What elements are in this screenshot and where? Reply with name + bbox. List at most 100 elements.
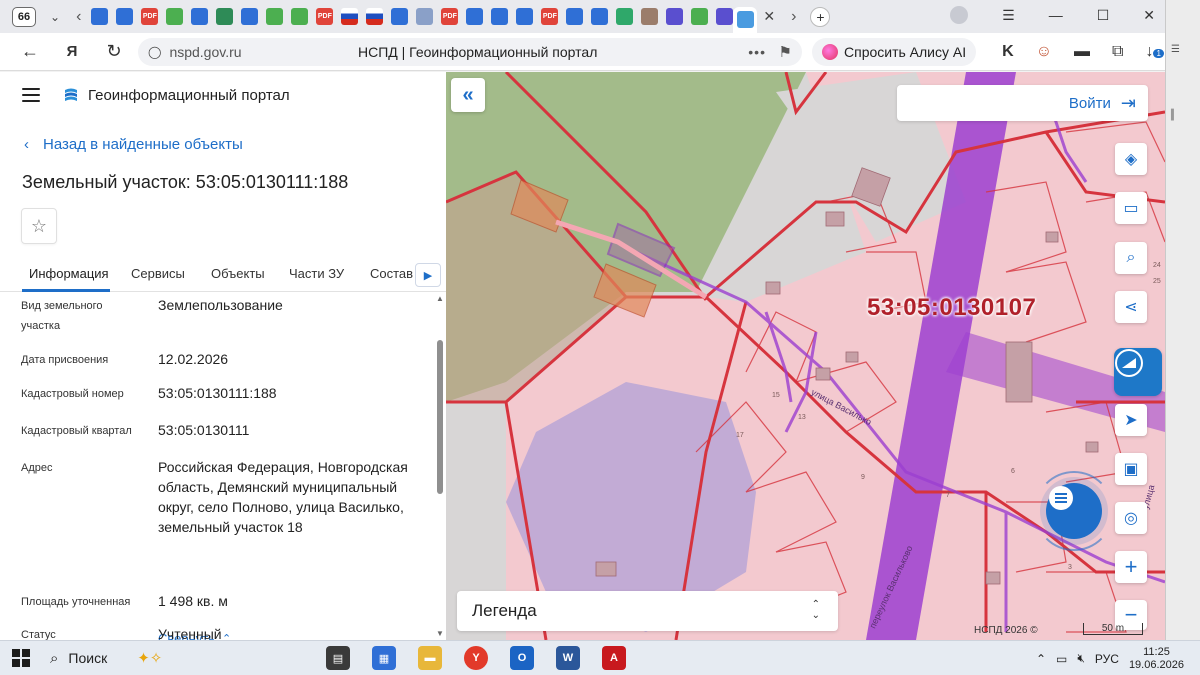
- share-button[interactable]: ⋖: [1115, 291, 1147, 323]
- map-canvas[interactable]: [446, 72, 1165, 640]
- store-icon[interactable]: ▦: [372, 646, 396, 670]
- pdf-tab-favicon[interactable]: PDF: [141, 8, 159, 25]
- tab-favicon[interactable]: [516, 8, 534, 25]
- tab-menu-icon[interactable]: ☰: [1002, 7, 1015, 24]
- locate-button[interactable]: ◎: [1115, 502, 1147, 534]
- flag-tab-favicon[interactable]: [341, 8, 359, 25]
- maximize-icon[interactable]: ☐: [1097, 7, 1110, 24]
- yandex-icon[interactable]: Я: [60, 43, 84, 60]
- file-explorer-icon[interactable]: ▬: [418, 646, 442, 670]
- new-tab-button[interactable]: +: [810, 6, 831, 27]
- word-icon[interactable]: W: [556, 646, 580, 670]
- more-icon[interactable]: •••: [748, 44, 766, 60]
- tab-favicon[interactable]: [391, 8, 409, 25]
- layers-button[interactable]: ◈: [1115, 143, 1147, 175]
- yandex-browser-icon[interactable]: Y: [464, 646, 488, 670]
- extensions-icon[interactable]: ⧉: [1112, 43, 1123, 61]
- property-value: Землепользование: [158, 297, 283, 313]
- security-icon[interactable]: ◯: [148, 45, 161, 59]
- extension-card-icon[interactable]: ▬: [1074, 43, 1090, 61]
- scroll-down-icon[interactable]: ▼: [436, 629, 444, 638]
- extension-k-icon[interactable]: K: [1002, 43, 1014, 61]
- chat-button[interactable]: [1046, 483, 1102, 539]
- favorite-button[interactable]: ☆: [21, 208, 57, 244]
- zoom-in-button[interactable]: +: [1115, 551, 1147, 583]
- network-icon[interactable]: ▭: [1056, 652, 1067, 666]
- tab-objects[interactable]: Объекты: [211, 266, 265, 281]
- close-window-icon[interactable]: ✕: [1143, 7, 1155, 24]
- start-button[interactable]: [12, 649, 30, 667]
- tab-counter[interactable]: 66: [12, 6, 36, 27]
- reload-icon[interactable]: ↻: [102, 41, 126, 62]
- tray-expand-icon[interactable]: ⌃: [1036, 652, 1046, 666]
- picture-in-picture-button[interactable]: ▣: [1115, 453, 1147, 485]
- alice-label: Спросить Алису AI: [844, 43, 967, 60]
- pdf-tab-favicon[interactable]: PDF: [541, 8, 559, 25]
- tab-favicon[interactable]: [91, 8, 109, 25]
- tab-favicon[interactable]: [491, 8, 509, 25]
- volume-muted-icon[interactable]: 🔇︎: [1077, 651, 1085, 666]
- copilot-sparkle-icon[interactable]: ✦✧: [137, 649, 162, 667]
- tab-favicon[interactable]: [266, 8, 284, 25]
- tab-favicon[interactable]: [566, 8, 584, 25]
- panel-scrollbar[interactable]: ▲ ▼: [436, 294, 444, 638]
- tabs-scroll-right-icon[interactable]: ›: [791, 8, 796, 26]
- tabs-next-button[interactable]: ▶: [415, 263, 441, 287]
- outlook-icon[interactable]: O: [510, 646, 534, 670]
- keyboard-language[interactable]: РУС: [1095, 652, 1119, 666]
- tab-favicon[interactable]: [416, 8, 434, 25]
- task-view-icon[interactable]: ▤: [326, 646, 350, 670]
- tab-favicon[interactable]: [166, 8, 184, 25]
- collapse-panel-button[interactable]: «: [451, 78, 485, 112]
- gosuslugi-button[interactable]: [1114, 348, 1162, 396]
- taskbar-search[interactable]: ⌕ Поиск ✦✧: [50, 641, 290, 675]
- tab-favicon[interactable]: [591, 8, 609, 25]
- legend-toggle[interactable]: Легенда ⌃ ⌄: [457, 591, 838, 631]
- url-field[interactable]: ◯ nspd.gov.ru НСПД | Геоинформационный п…: [138, 37, 802, 66]
- scroll-up-icon[interactable]: ▲: [436, 294, 444, 303]
- clock-date: 19.06.2026: [1128, 658, 1184, 671]
- tab-parts[interactable]: Части ЗУ: [289, 266, 344, 281]
- bookmark-icon[interactable]: ⚑: [779, 43, 792, 61]
- tab-favicon[interactable]: [116, 8, 134, 25]
- tab-services[interactable]: Сервисы: [131, 266, 185, 281]
- profile-avatar[interactable]: [950, 6, 969, 24]
- minimize-icon[interactable]: —: [1049, 7, 1063, 23]
- pdf-tab-favicon[interactable]: PDF: [441, 8, 459, 25]
- ruler-button[interactable]: ▭: [1115, 192, 1147, 224]
- acrobat-icon[interactable]: A: [602, 646, 626, 670]
- menu-icon[interactable]: [22, 88, 40, 102]
- flag-tab-favicon[interactable]: [366, 8, 384, 25]
- tab-favicon[interactable]: [641, 8, 659, 25]
- pdf-tab-favicon[interactable]: PDF: [316, 8, 334, 25]
- alice-button[interactable]: Спросить Алису AI: [812, 37, 977, 66]
- back-arrow-icon[interactable]: ←: [18, 41, 42, 62]
- tabs-dropdown-icon[interactable]: ⌄: [50, 10, 60, 24]
- back-to-results-link[interactable]: ‹ Назад в найденные объекты: [24, 136, 243, 153]
- extension-avatar-icon[interactable]: ☺: [1036, 43, 1052, 61]
- map-view[interactable]: 53:05:0130107 улица Василько улица переу…: [446, 72, 1165, 640]
- tab-favicon[interactable]: [666, 8, 684, 25]
- tab-composition[interactable]: Состав: [370, 266, 413, 281]
- login-button[interactable]: Войти ⇥: [897, 85, 1148, 121]
- tabs-scroll-left-icon[interactable]: ‹: [76, 8, 81, 26]
- downloads-icon[interactable]: ↓ 1: [1145, 43, 1164, 61]
- tab-favicon[interactable]: [241, 8, 259, 25]
- active-tab[interactable]: [733, 6, 758, 33]
- tab-favicon[interactable]: [691, 8, 709, 25]
- tab-favicon[interactable]: [216, 8, 234, 25]
- clock[interactable]: 11:25 19.06.2026: [1129, 646, 1184, 672]
- active-tab-indicator: [22, 289, 110, 292]
- house-number: 3: [1068, 564, 1072, 571]
- tab-favicon[interactable]: [716, 8, 734, 25]
- search-area-button[interactable]: ⌕: [1115, 242, 1147, 274]
- navigation-button[interactable]: ➤: [1115, 404, 1147, 436]
- tab-favicon[interactable]: [616, 8, 634, 25]
- tab-favicon[interactable]: [466, 8, 484, 25]
- tab-favicon[interactable]: [291, 8, 309, 25]
- tab-info[interactable]: Информация: [29, 266, 109, 281]
- cadastral-quarter-label: 53:05:0130107: [867, 294, 1037, 321]
- tab-favicon[interactable]: [191, 8, 209, 25]
- scroll-thumb[interactable]: [437, 340, 443, 494]
- close-tab-icon[interactable]: ✕: [763, 8, 775, 25]
